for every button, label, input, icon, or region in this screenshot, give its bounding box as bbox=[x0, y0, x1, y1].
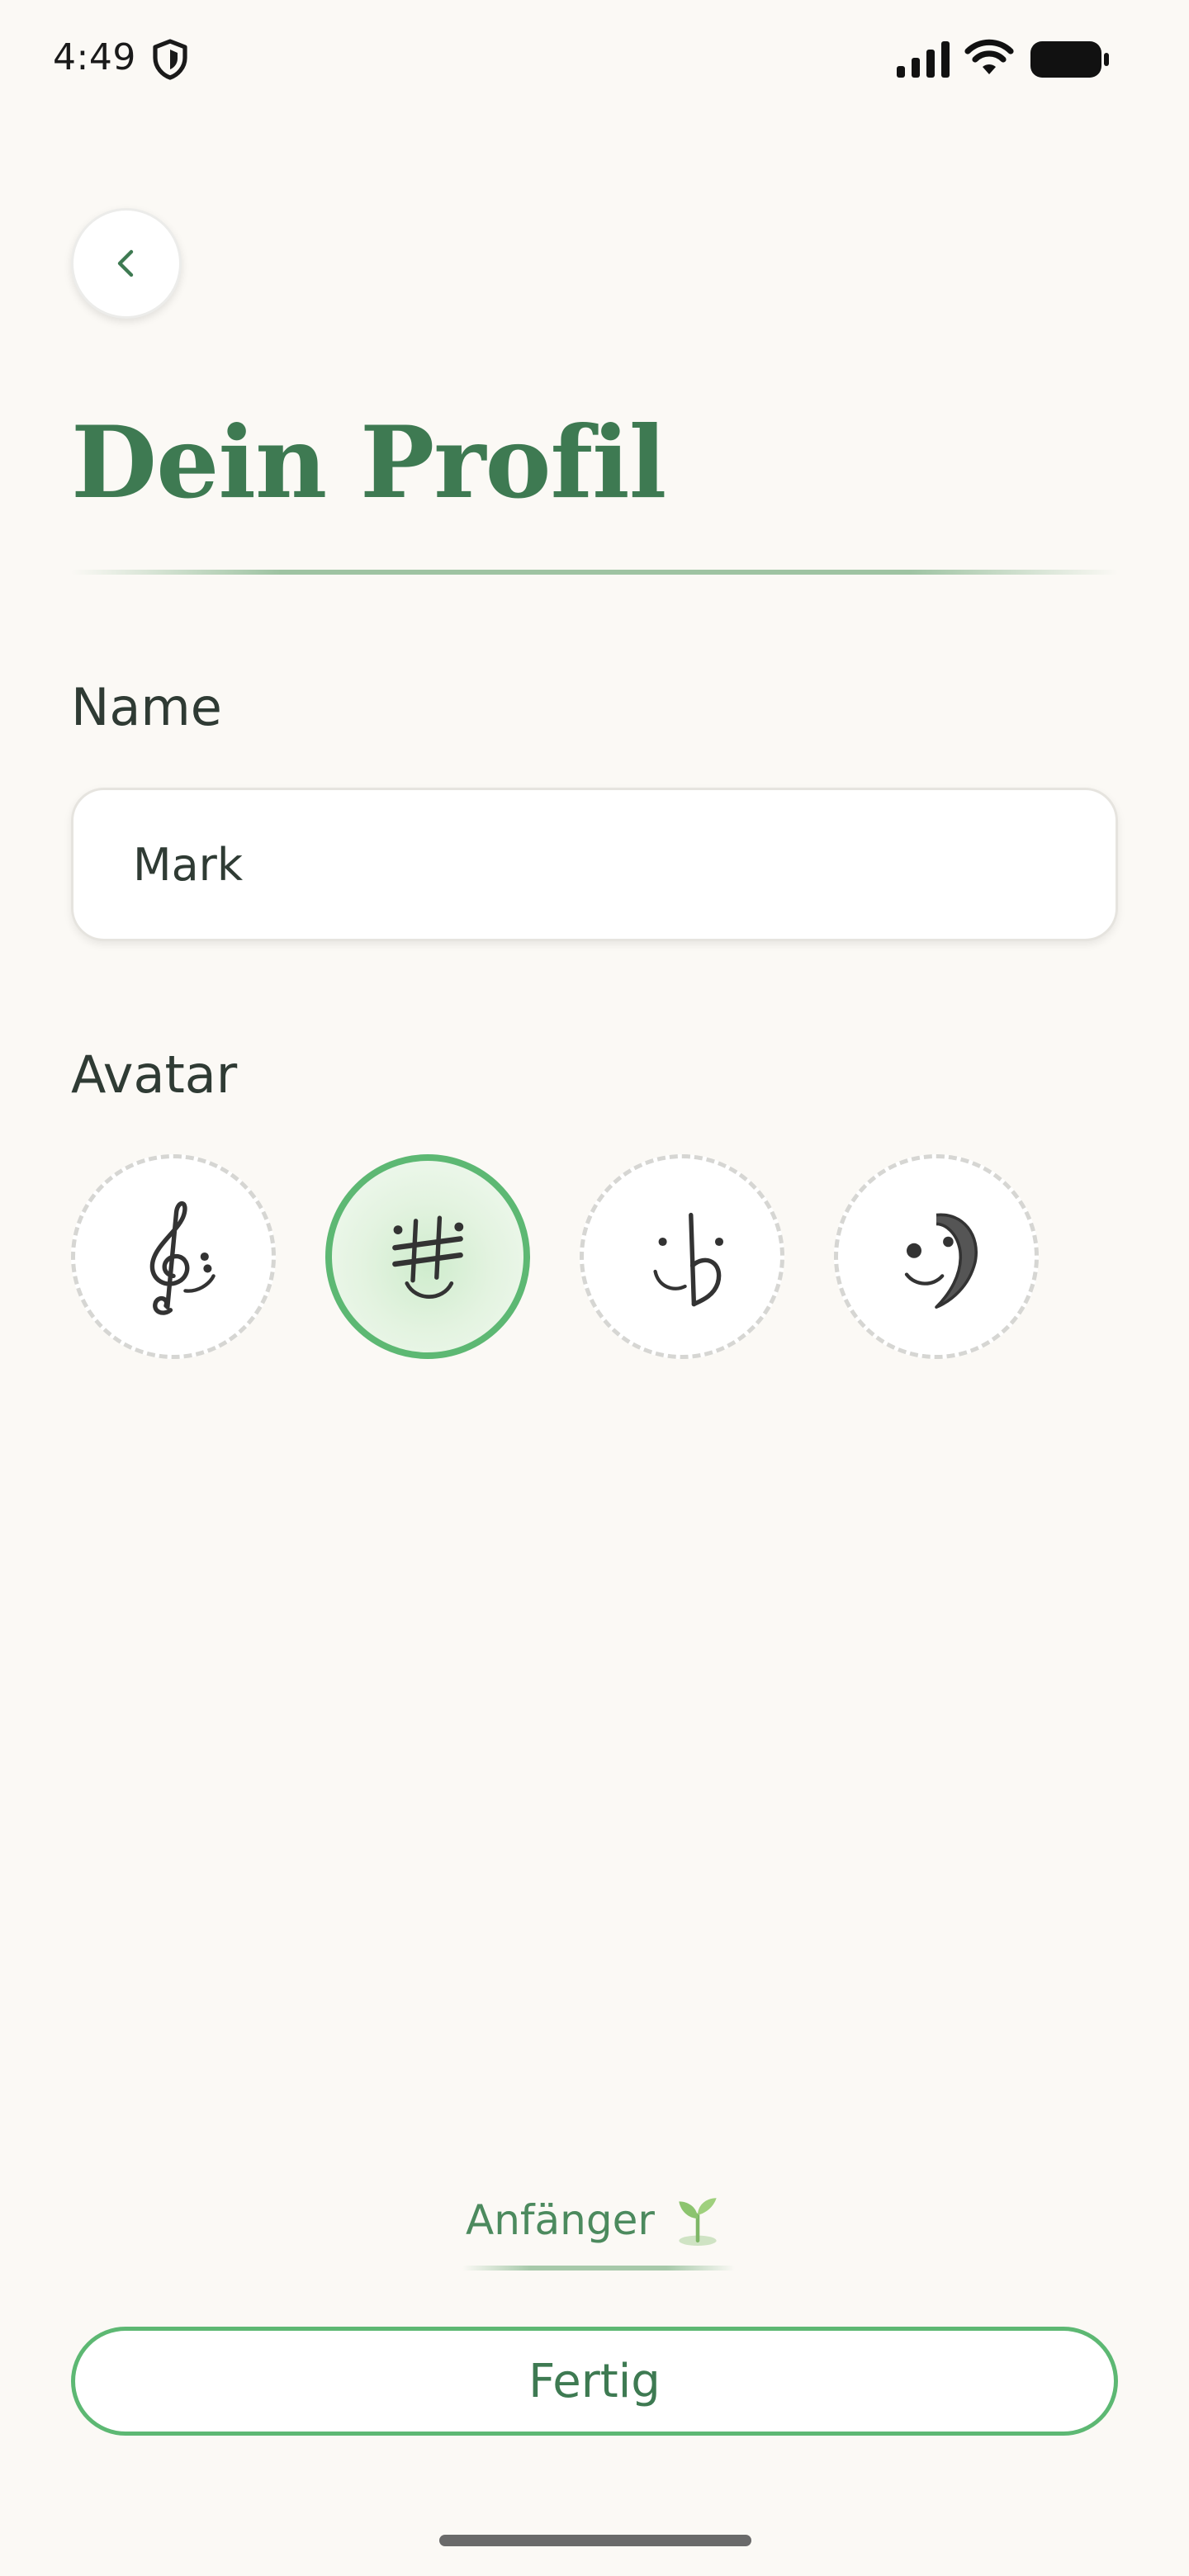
avatar-option-treble-clef[interactable] bbox=[71, 1154, 276, 1359]
shield-icon bbox=[153, 39, 187, 80]
avatar-picker bbox=[71, 1154, 1062, 1361]
home-indicator[interactable] bbox=[439, 2535, 751, 2546]
avatar-option-flat[interactable] bbox=[580, 1154, 784, 1359]
avatar-label: Avatar bbox=[71, 1044, 238, 1105]
name-label: Name bbox=[71, 677, 222, 737]
avatar-option-sharp[interactable] bbox=[325, 1154, 530, 1359]
level-text: Anfänger bbox=[466, 2196, 655, 2244]
level-indicator: Anfänger bbox=[462, 2188, 735, 2279]
status-time: 4:49 bbox=[53, 36, 136, 78]
flat-face-icon bbox=[653, 1212, 724, 1307]
title-divider bbox=[71, 570, 1118, 575]
battery-icon bbox=[1030, 41, 1109, 78]
done-button[interactable]: Fertig bbox=[71, 2327, 1118, 2436]
sharp-face-icon bbox=[392, 1215, 464, 1299]
treble-clef-face-icon bbox=[149, 1200, 216, 1315]
wifi-icon bbox=[964, 39, 1014, 74]
level-underline bbox=[462, 2266, 735, 2271]
page-title: Dein Profil bbox=[71, 405, 666, 521]
signal-icon bbox=[897, 41, 950, 78]
back-button[interactable] bbox=[71, 208, 182, 319]
status-bar: 4:49 bbox=[0, 0, 1189, 116]
sprout-icon bbox=[679, 2198, 717, 2246]
chevron-left-icon bbox=[117, 249, 134, 277]
name-input[interactable] bbox=[71, 788, 1118, 941]
bass-clef-face-icon bbox=[904, 1213, 978, 1309]
avatar-option-bass-clef[interactable] bbox=[834, 1154, 1039, 1359]
